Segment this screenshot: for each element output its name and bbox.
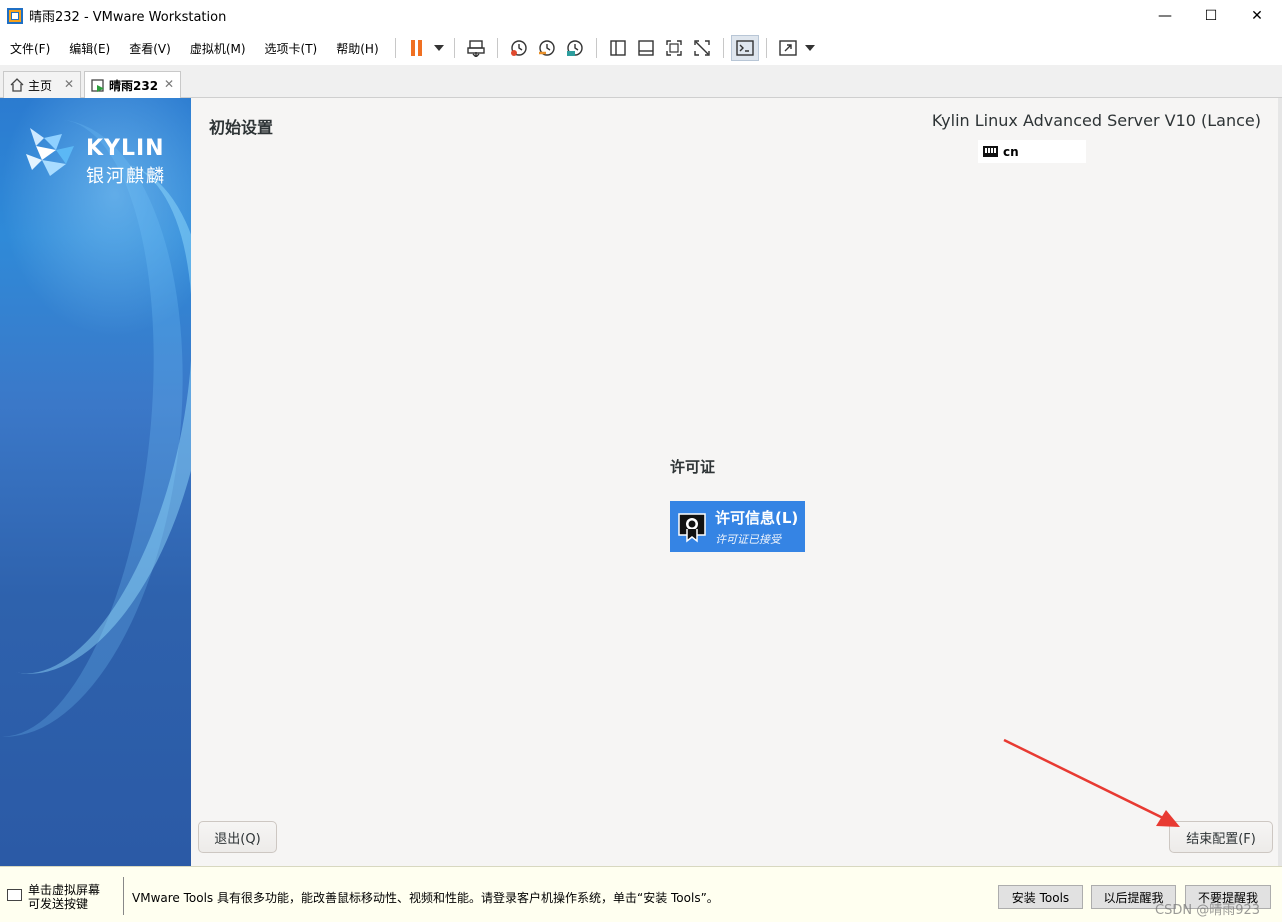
- show-library-button[interactable]: [604, 35, 632, 61]
- tab-label: 主页: [28, 78, 53, 93]
- close-icon[interactable]: ✕: [164, 77, 174, 91]
- minimize-button[interactable]: —: [1142, 0, 1188, 31]
- pause-button[interactable]: [403, 35, 431, 61]
- close-button[interactable]: ✕: [1234, 0, 1280, 31]
- click-hint: 单击虚拟屏幕 可发送按键: [28, 883, 100, 911]
- tab-vm[interactable]: 晴雨232 ✕: [84, 71, 181, 99]
- minimize-icon: —: [1158, 7, 1172, 24]
- window-title: 晴雨232 - VMware Workstation: [29, 10, 227, 25]
- vmware-tools-message: VMware Tools 具有很多功能，能改善鼠标移动性、视频和性能。请登录客户…: [132, 891, 719, 905]
- toolbar-divider: [394, 38, 396, 58]
- menu-vm[interactable]: 虚拟机(M): [180, 40, 255, 57]
- menu-tabs[interactable]: 选项卡(T): [255, 40, 327, 57]
- install-tools-button[interactable]: 安装 Tools: [998, 885, 1083, 909]
- kylin-logo-icon: [26, 128, 74, 176]
- toolbar-divider: [453, 38, 455, 58]
- keyboard-icon: [983, 146, 998, 157]
- toolbar-divider: [722, 38, 724, 58]
- hint-line: 单击虚拟屏幕: [28, 883, 101, 897]
- revert-snapshot-button[interactable]: [533, 35, 561, 61]
- pause-icon: [411, 40, 423, 56]
- thumbnail-bar-icon: [637, 40, 654, 56]
- stretch-guest-icon: [778, 40, 797, 56]
- tab-home[interactable]: 主页 ✕: [3, 71, 81, 98]
- category-title: 许可证: [670, 458, 716, 476]
- keyboard-layout-indicator[interactable]: cn: [978, 140, 1086, 163]
- menu-help[interactable]: 帮助(H): [326, 40, 387, 57]
- finish-configuration-button[interactable]: 结束配置(F): [1169, 821, 1273, 853]
- title-bar: 晴雨232 - VMware Workstation — ☐ ✕: [0, 0, 1282, 31]
- full-screen-icon: [665, 40, 682, 56]
- power-dropdown-button[interactable]: [431, 35, 447, 61]
- toolbar-divider: [496, 38, 498, 58]
- snapshot-manager-button[interactable]: [561, 35, 589, 61]
- close-icon: ✕: [1251, 7, 1263, 24]
- thumbnail-bar-button[interactable]: [632, 35, 660, 61]
- page-title: 初始设置: [209, 118, 274, 137]
- menu-view[interactable]: 查看(V): [119, 40, 180, 57]
- menu-edit[interactable]: 编辑(E): [59, 40, 119, 57]
- close-icon[interactable]: ✕: [64, 77, 74, 91]
- console-view-icon: [735, 40, 754, 56]
- tab-label: 晴雨232: [109, 79, 159, 93]
- license-spoke-status: 许可证已接受: [715, 532, 781, 546]
- maximize-icon: ☐: [1204, 7, 1218, 24]
- keyboard-layout-label: cn: [1003, 144, 1019, 159]
- home-icon: [10, 78, 24, 92]
- show-library-icon: [609, 40, 626, 56]
- menu-toolbar: 文件(F) 编辑(E) 查看(V) 虚拟机(M) 选项卡(T) 帮助(H): [0, 31, 1282, 65]
- dropdown-icon: [433, 45, 444, 51]
- maximize-button[interactable]: ☐: [1188, 0, 1234, 31]
- license-info-spoke[interactable]: 许可信息(L) 许可证已接受: [670, 501, 805, 552]
- vmware-app-icon: [7, 7, 23, 24]
- snapshot-manager-icon: [566, 40, 583, 56]
- console-view-button[interactable]: [730, 35, 759, 61]
- kylin-logo: KYLIN 银河麒麟: [18, 124, 178, 187]
- quit-button[interactable]: 退出(Q): [198, 821, 277, 853]
- tab-bar: 主页 ✕ 晴雨232 ✕: [0, 65, 1282, 99]
- dropdown-icon: [804, 45, 815, 51]
- toolbar-divider: [765, 38, 767, 58]
- window-edge: [1278, 98, 1282, 866]
- divider: [123, 877, 124, 915]
- vm-running-icon: [91, 78, 104, 92]
- send-ctrl-alt-del-icon: [466, 40, 485, 57]
- os-product-name: Kylin Linux Advanced Server V10 (Lance): [931, 111, 1261, 130]
- revert-snapshot-icon: [538, 40, 555, 56]
- brand-text: KYLIN: [86, 136, 165, 161]
- keyboard-hint-icon: [7, 889, 22, 901]
- brand-subtext: 银河麒麟: [86, 166, 166, 187]
- vm-guest-screen[interactable]: KYLIN 银河麒麟 初始设置 Kylin Linux Advanced Ser…: [0, 98, 1282, 866]
- installer-sidebar: KYLIN 银河麒麟: [0, 98, 191, 866]
- license-spoke-label: 许可信息(L): [715, 508, 799, 527]
- full-screen-button[interactable]: [660, 35, 688, 61]
- send-ctrl-alt-del-button[interactable]: [462, 35, 490, 61]
- stretch-dropdown-button[interactable]: [802, 35, 818, 61]
- snapshot-icon: [510, 40, 527, 56]
- hint-line: 可发送按键: [28, 897, 89, 911]
- certificate-icon: [674, 509, 710, 545]
- unity-icon: [693, 40, 710, 56]
- vmware-tools-bar: 单击虚拟屏幕 可发送按键 VMware Tools 具有很多功能，能改善鼠标移动…: [0, 866, 1282, 922]
- toolbar-divider: [595, 38, 597, 58]
- watermark: CSDN @晴雨923: [1155, 903, 1261, 918]
- unity-button[interactable]: [688, 35, 716, 61]
- stretch-guest-button[interactable]: [774, 35, 802, 61]
- snapshot-button[interactable]: [505, 35, 533, 61]
- menu-file[interactable]: 文件(F): [0, 40, 59, 57]
